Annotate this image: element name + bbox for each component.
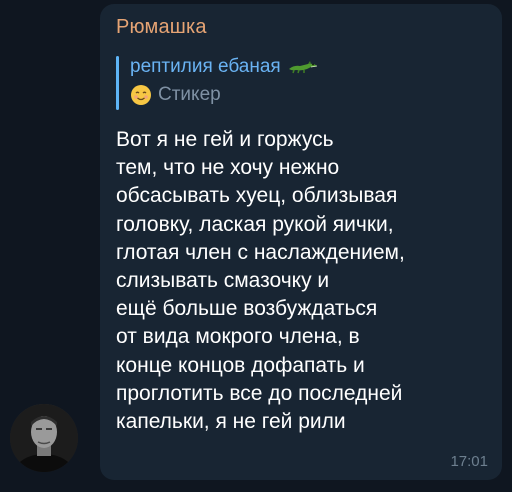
message-time: 17:01 [450, 453, 488, 470]
reply-accent-bar [116, 56, 119, 110]
avatar-photo [10, 404, 78, 472]
reply-quote[interactable]: рептилия ебаная Стикер [116, 54, 376, 112]
reply-preview: Стикер [130, 84, 221, 106]
chat-view: Рюмашка рептилия ебаная Стикер Вот я не … [0, 0, 512, 492]
avatar[interactable] [10, 404, 78, 472]
reply-author-name: рептилия ебаная [130, 56, 281, 77]
message-text: Вот я не гей и горжусь тем, что не хочу … [116, 128, 405, 434]
reply-author: рептилия ебаная [130, 56, 318, 80]
reply-preview-text: Стикер [158, 84, 221, 105]
crocodile-icon [288, 58, 318, 80]
smiling-face-emoji-icon [130, 84, 152, 106]
message-bubble[interactable]: Рюмашка рептилия ебаная Стикер Вот я не … [100, 4, 502, 480]
sender-name[interactable]: Рюмашка [116, 16, 207, 39]
